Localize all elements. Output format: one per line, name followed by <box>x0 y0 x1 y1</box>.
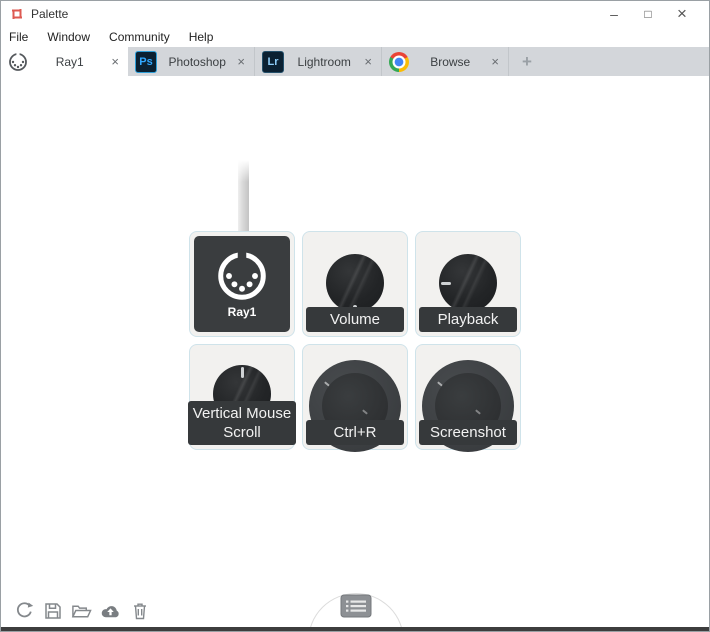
module-cable <box>238 160 249 232</box>
midi-connector-icon <box>218 250 266 300</box>
tab-lightroom-label: Lightroom <box>297 54 351 69</box>
tab-lightroom[interactable]: Lr Lightroom × <box>255 47 382 76</box>
dial-indicator <box>241 367 244 378</box>
maximize-icon[interactable]: □ <box>631 7 665 21</box>
module-dial-volume[interactable]: Volume <box>302 231 408 337</box>
tab-ray1-label: Ray1 <box>55 54 84 69</box>
module-button-screenshot[interactable]: Screenshot <box>415 344 521 452</box>
tab-browse-label: Browse <box>430 54 471 69</box>
dial-indicator <box>441 282 451 285</box>
refresh-icon[interactable] <box>13 600 34 621</box>
tab-photoshop-close-icon[interactable]: × <box>237 55 245 68</box>
tab-lightroom-close-icon[interactable]: × <box>364 55 372 68</box>
palette-app-icon <box>12 9 22 19</box>
tab-photoshop[interactable]: Ps Photoshop × <box>128 47 255 76</box>
module-list-icon[interactable] <box>340 594 372 623</box>
menu-bar: File Window Community Help <box>1 27 709 47</box>
layout-canvas: Ray1 Volume Playback Vertical Mouse Scro… <box>1 76 709 629</box>
window-title: Palette <box>31 7 69 21</box>
module-label: Screenshot <box>419 419 517 445</box>
module-label: Playback <box>419 306 517 332</box>
core-module-face: Ray1 <box>194 236 290 332</box>
module-label: Volume <box>306 306 404 332</box>
minimize-icon[interactable]: – <box>597 6 631 22</box>
tab-ray1-close-icon[interactable]: × <box>111 55 119 68</box>
module-core-ray1[interactable]: Ray1 <box>189 231 295 337</box>
menu-community[interactable]: Community <box>109 30 170 44</box>
save-icon[interactable] <box>42 600 63 621</box>
add-tab-icon[interactable]: + <box>509 47 545 76</box>
open-file-icon[interactable] <box>71 600 92 621</box>
close-icon[interactable]: × <box>665 4 699 24</box>
tab-bar: Ray1 × Ps Photoshop × Lr Lightroom × Bro… <box>1 47 709 76</box>
bottom-toolbar <box>13 600 150 621</box>
menu-window[interactable]: Window <box>47 30 90 44</box>
palette-window: Palette – □ × File Window Community Help <box>0 0 710 632</box>
core-module-label: Ray1 <box>227 304 257 319</box>
module-label: Ctrl+R <box>306 419 404 445</box>
module-dial-vertical-mouse-scroll[interactable]: Vertical Mouse Scroll <box>188 344 296 450</box>
menu-help[interactable]: Help <box>189 30 214 44</box>
tab-browse[interactable]: Browse × <box>382 47 509 76</box>
trash-icon[interactable] <box>129 600 150 621</box>
dial-knob[interactable] <box>326 254 384 312</box>
cloud-upload-icon[interactable] <box>100 600 121 621</box>
title-bar: Palette – □ × <box>1 1 709 27</box>
module-label: Vertical Mouse Scroll <box>188 400 296 445</box>
dial-knob[interactable] <box>439 254 497 312</box>
bottom-border-bar <box>1 627 709 631</box>
window-controls: – □ × <box>597 1 709 27</box>
module-grid: Ray1 Volume Playback Vertical Mouse Scro… <box>188 231 521 452</box>
tab-ray1[interactable]: Ray1 × <box>1 47 128 76</box>
menu-file[interactable]: File <box>9 30 28 44</box>
module-button-ctrl-r[interactable]: Ctrl+R <box>302 344 408 452</box>
photoshop-icon: Ps <box>135 50 157 73</box>
tab-photoshop-label: Photoshop <box>168 54 226 69</box>
lightroom-icon: Lr <box>262 50 284 73</box>
midi-connector-icon <box>8 52 28 72</box>
module-dial-playback[interactable]: Playback <box>415 231 521 337</box>
tab-browse-close-icon[interactable]: × <box>491 55 499 68</box>
chrome-icon <box>389 51 409 72</box>
